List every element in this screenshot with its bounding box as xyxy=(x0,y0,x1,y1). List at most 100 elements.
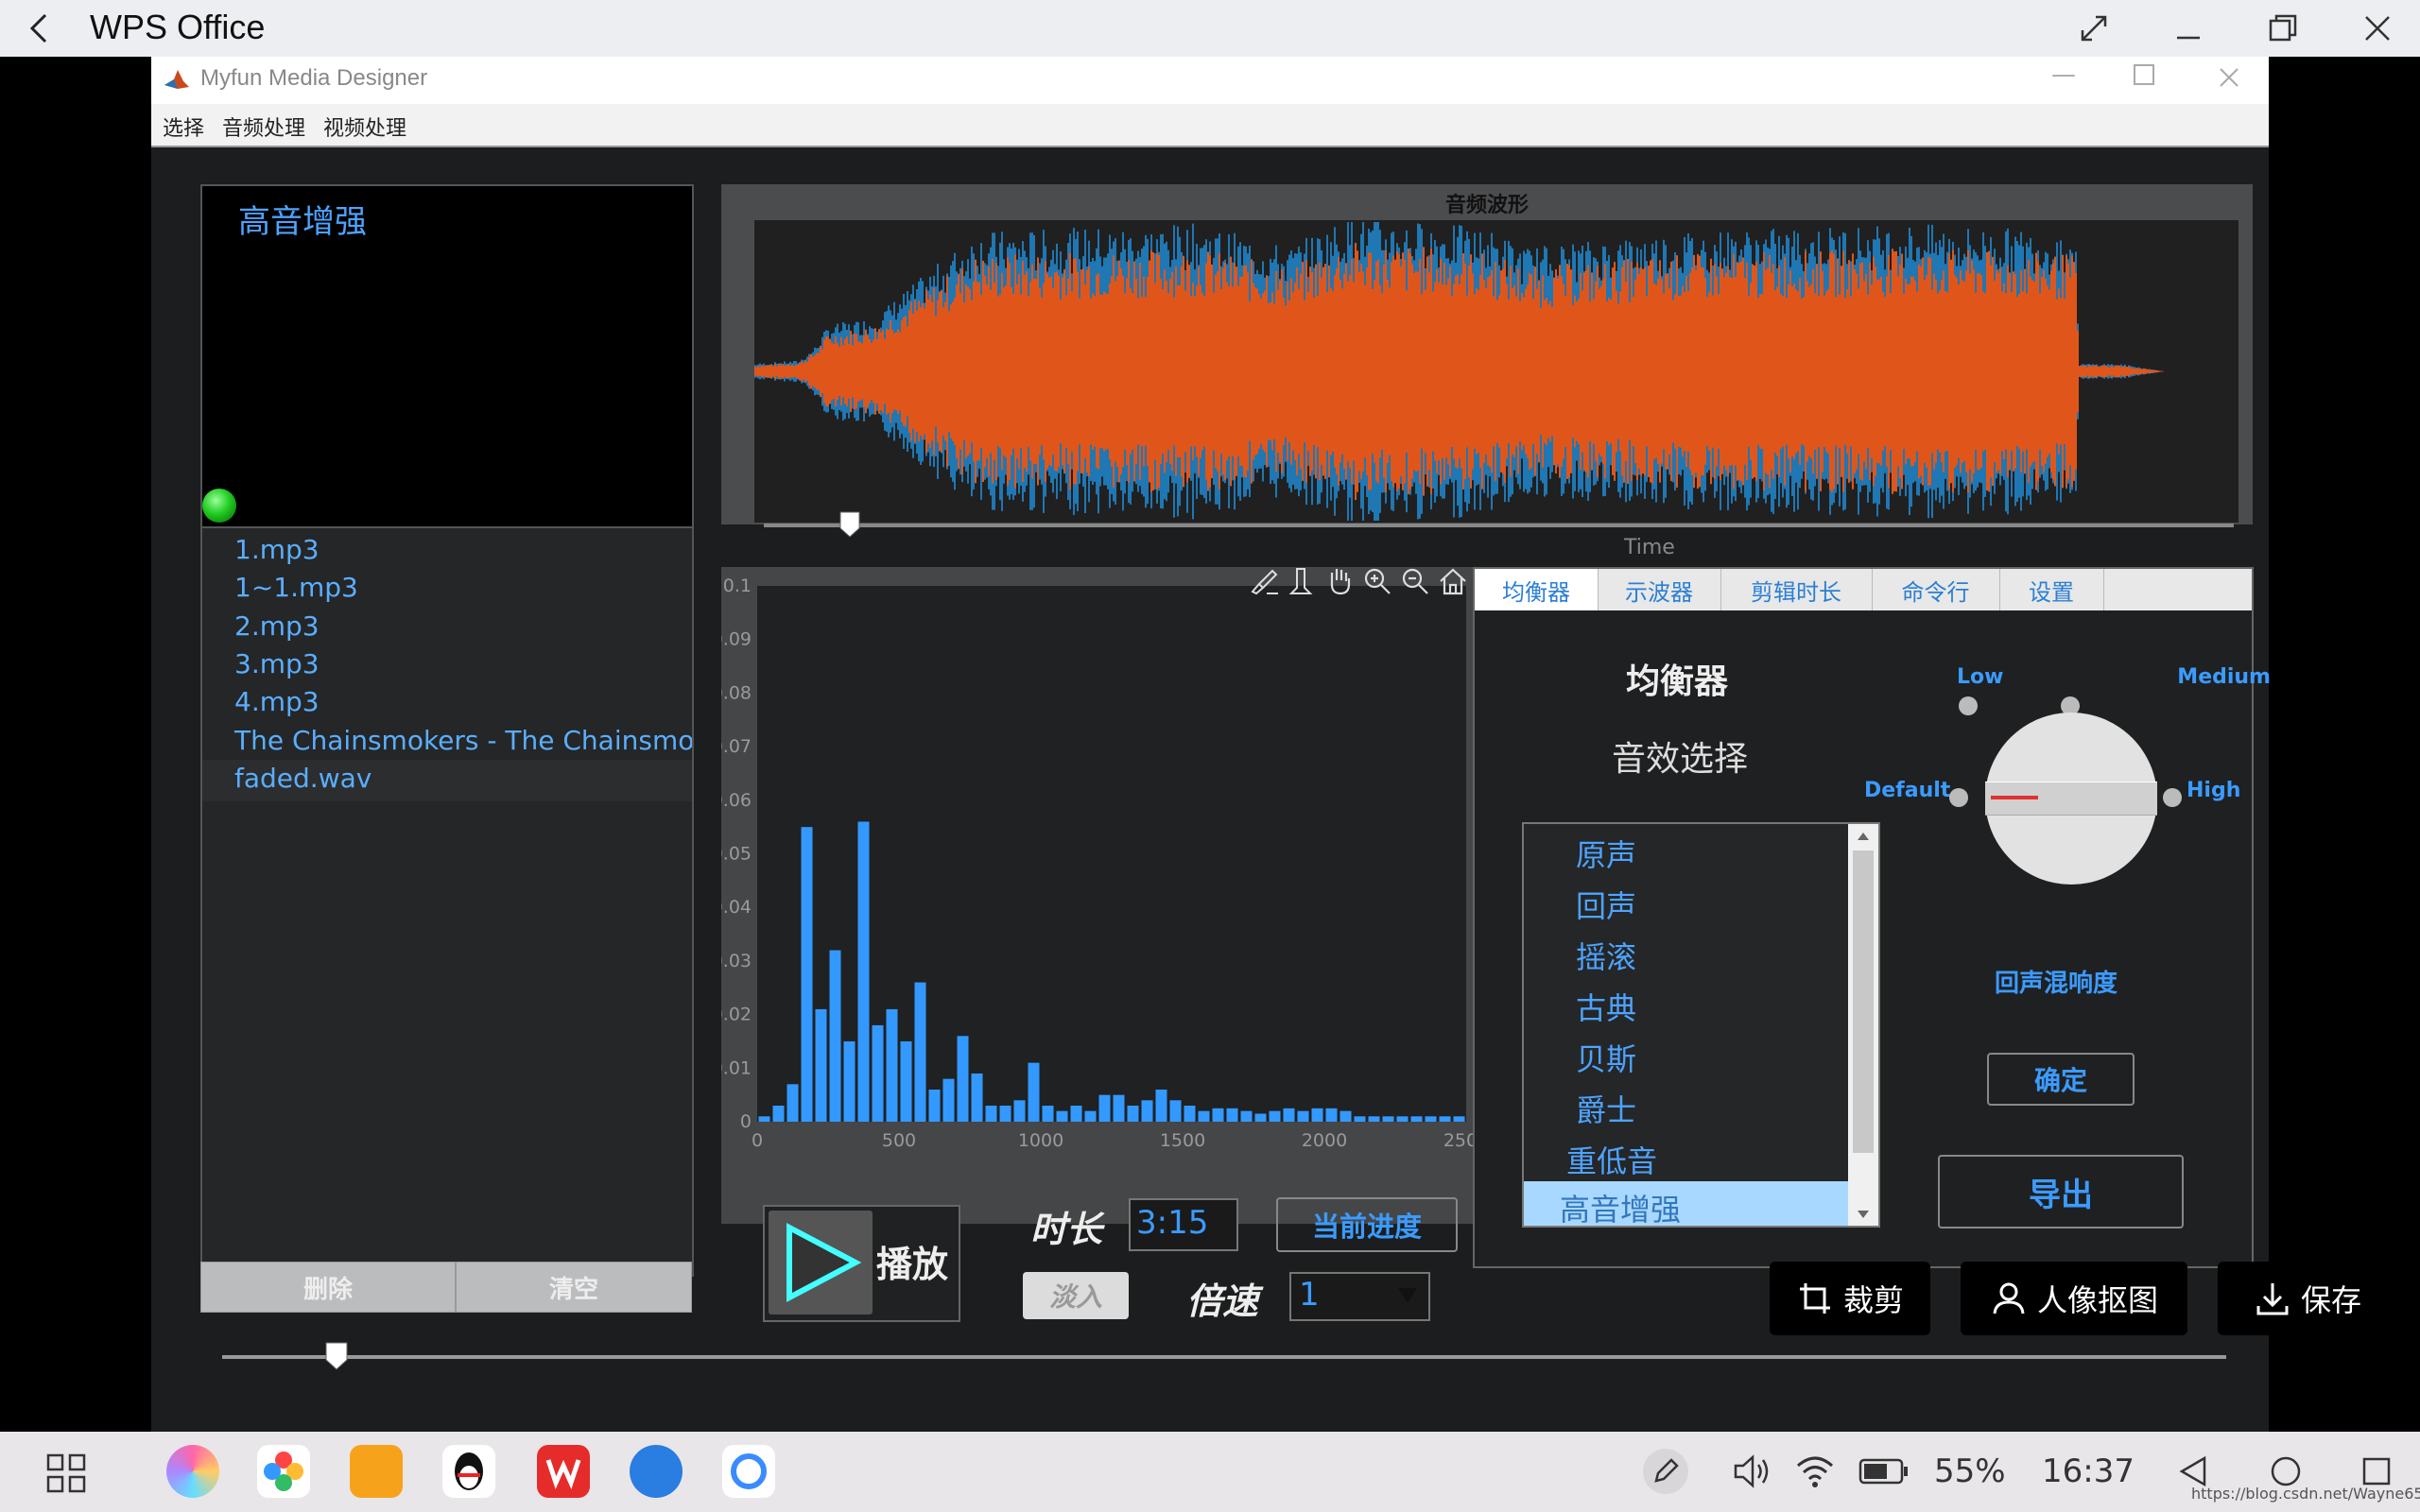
scroll-down-icon[interactable] xyxy=(1857,1210,1870,1219)
volume-icon[interactable] xyxy=(1732,1452,1773,1490)
list-item-selected[interactable]: 高音增强 xyxy=(1524,1181,1848,1226)
pen-icon xyxy=(1654,1458,1679,1483)
list-item[interactable]: 1~1.mp3 xyxy=(234,572,358,603)
histogram-bar xyxy=(801,827,813,1122)
qq-app-icon[interactable] xyxy=(442,1445,495,1498)
close-button[interactable] xyxy=(2354,6,2401,51)
histogram-bar xyxy=(1028,1062,1040,1122)
effect-select-label: 音效选择 xyxy=(1612,740,1749,779)
window-titlebar: Myfun Media Designer — xyxy=(151,57,2269,104)
browser-app-icon[interactable] xyxy=(630,1445,683,1498)
waveform-seek-track[interactable] xyxy=(764,524,2234,527)
duration-label: 时长 xyxy=(1030,1209,1103,1250)
effect-listbox[interactable]: 原声 回声 摇滚 古典 贝斯 爵士 重低音 高音增强 xyxy=(1522,822,1880,1228)
portrait-cutout-button[interactable]: 人像抠图 xyxy=(1961,1262,2187,1335)
histogram-bar xyxy=(928,1089,941,1122)
wifi-icon[interactable] xyxy=(1794,1452,1836,1490)
save-button[interactable]: 保存 xyxy=(2218,1262,2397,1335)
file-list[interactable]: 1.mp3 1~1.mp3 2.mp3 3.mp3 4.mp3 The Chai… xyxy=(200,526,694,1277)
list-item[interactable]: 贝斯 xyxy=(1576,1036,1636,1079)
speed-select[interactable]: 1 xyxy=(1289,1272,1430,1321)
waveform-seek-thumb[interactable] xyxy=(839,511,860,538)
window-maximize-button[interactable] xyxy=(2134,64,2154,85)
list-item[interactable]: 重低音 xyxy=(1566,1138,1657,1181)
list-item[interactable]: 古典 xyxy=(1576,985,1636,1028)
list-item[interactable]: 4.mp3 xyxy=(234,686,320,717)
tab-command-line[interactable]: 命令行 xyxy=(1872,569,2000,610)
wps-app-icon[interactable] xyxy=(537,1445,590,1498)
histogram-bar xyxy=(1141,1100,1153,1122)
list-item[interactable]: 爵士 xyxy=(1576,1087,1636,1130)
histogram-bar xyxy=(957,1036,969,1122)
histogram-chart: 0.1 0.09 0.08 0.07 0.06 0.05 0.04 0.03 0.02 0.01 0… xyxy=(712,576,1489,1151)
pan-hand-icon[interactable] xyxy=(1323,565,1356,597)
home-icon[interactable] xyxy=(1437,565,1469,597)
play-icon xyxy=(786,1223,862,1302)
tab-equalizer[interactable]: 均衡器 xyxy=(1475,569,1599,610)
duration-value: 3:15 xyxy=(1136,1204,1209,1242)
window-minimize-button[interactable]: — xyxy=(2051,60,2076,89)
tab-oscilloscope[interactable]: 示波器 xyxy=(1598,569,1721,610)
list-item[interactable]: 原声 xyxy=(1576,832,1636,875)
y-tick-label: 0.06 xyxy=(721,790,752,811)
tab-clip-duration[interactable]: 剪辑时长 xyxy=(1720,569,1873,610)
minimize-button[interactable] xyxy=(2165,6,2212,51)
histogram-bar xyxy=(1212,1108,1224,1122)
duration-field: 3:15 xyxy=(1129,1198,1238,1251)
taskbar: 55% 16:37 https://blog.csdn.net/Wayne651… xyxy=(0,1432,2420,1512)
files-app-icon[interactable] xyxy=(350,1445,403,1498)
list-item[interactable]: 1.mp3 xyxy=(234,534,320,565)
histogram-bar xyxy=(985,1105,997,1122)
quark-app-icon[interactable] xyxy=(722,1445,775,1498)
menu-video[interactable]: 视频处理 xyxy=(323,112,406,142)
echo-knob[interactable] xyxy=(1985,713,2157,885)
y-tick-label: 0.05 xyxy=(721,844,752,865)
confirm-button[interactable]: 确定 xyxy=(1987,1053,2135,1106)
zoom-out-icon[interactable] xyxy=(1399,565,1431,597)
list-item[interactable]: faded.wav xyxy=(234,763,372,794)
vertical-scrollbar[interactable] xyxy=(1848,824,1878,1226)
crop-button[interactable]: 裁剪 xyxy=(1770,1262,1930,1335)
list-item[interactable]: 回声 xyxy=(1576,883,1636,926)
list-item[interactable]: 摇滚 xyxy=(1576,934,1636,977)
menu-select[interactable]: 选择 xyxy=(163,112,204,142)
pen-button[interactable] xyxy=(1643,1449,1688,1494)
histogram-bar xyxy=(942,1078,955,1122)
delete-button[interactable]: 删除 xyxy=(200,1262,456,1313)
clear-button[interactable]: 清空 xyxy=(456,1262,692,1313)
brush-icon[interactable] xyxy=(1248,565,1280,597)
list-item[interactable]: 3.mp3 xyxy=(234,648,320,679)
window-close-icon[interactable] xyxy=(2218,66,2240,89)
play-icon-bg xyxy=(769,1211,873,1314)
photos-app-icon[interactable] xyxy=(257,1445,310,1498)
list-item[interactable]: The Chainsmokers - The Chainsmoke xyxy=(234,725,692,756)
scroll-up-icon[interactable] xyxy=(1857,832,1870,841)
export-button[interactable]: 导出 xyxy=(1938,1155,2184,1228)
data-cursor-icon[interactable] xyxy=(1286,565,1318,597)
app-window: Myfun Media Designer — 选择 音频处理 视频处理 高音增强… xyxy=(151,57,2271,1432)
histogram-bar xyxy=(872,1024,884,1122)
battery-icon[interactable] xyxy=(1858,1456,1910,1486)
scroll-thumb[interactable] xyxy=(1853,850,1874,1153)
watermark: https://blog.csdn.net/Wayne6515 xyxy=(2191,1485,2420,1503)
fadein-button[interactable]: 淡入 xyxy=(1023,1272,1129,1319)
zoom-in-icon[interactable] xyxy=(1361,565,1393,597)
histogram-bar xyxy=(1013,1100,1026,1122)
assistant-app-icon[interactable] xyxy=(166,1445,219,1498)
tab-settings[interactable]: 设置 xyxy=(1999,569,2104,610)
wps-app-title: WPS Office xyxy=(90,8,266,46)
main-seek-track[interactable] xyxy=(222,1355,2226,1359)
restore-button[interactable] xyxy=(2259,6,2307,51)
list-item[interactable]: 2.mp3 xyxy=(234,610,320,642)
back-button[interactable] xyxy=(15,6,62,51)
fullscreen-button[interactable] xyxy=(2070,6,2118,51)
knob-tick xyxy=(2163,788,2182,807)
histogram-bar xyxy=(1340,1110,1352,1122)
current-progress-button[interactable]: 当前进度 xyxy=(1276,1197,1458,1252)
app-grid-icon[interactable] xyxy=(45,1452,87,1494)
menu-audio[interactable]: 音频处理 xyxy=(222,112,305,142)
histogram-bar xyxy=(1297,1110,1309,1122)
main-seek-thumb[interactable] xyxy=(325,1342,348,1370)
menu-bar: 选择 音频处理 视频处理 xyxy=(151,104,2269,147)
play-button[interactable]: 播放 xyxy=(763,1205,960,1322)
